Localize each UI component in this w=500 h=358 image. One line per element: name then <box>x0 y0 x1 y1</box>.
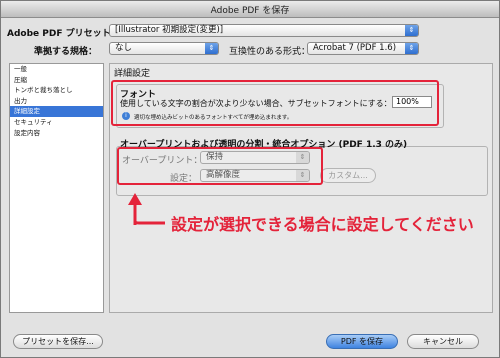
category-sidebar: 一般 圧縮 トンボと裁ち落とし 出力 詳細設定 セキュリティ 設定内容 <box>9 63 104 313</box>
sidebar-item-output[interactable]: 出力 <box>10 96 103 107</box>
sidebar-item-security[interactable]: セキュリティ <box>10 117 103 128</box>
title-bar: Adobe PDF を保存 <box>1 1 499 18</box>
save-pdf-dialog: Adobe PDF を保存 Adobe PDF プリセット： [Illustra… <box>0 0 500 358</box>
save-preset-button[interactable]: プリセットを保存... <box>13 334 103 349</box>
window-title: Adobe PDF を保存 <box>210 6 290 16</box>
preset-select-value: [Illustrator 初期設定(変更)] <box>115 25 224 35</box>
sidebar-item-summary[interactable]: 設定内容 <box>10 128 103 139</box>
preset-label: Adobe PDF プリセット： <box>7 29 120 39</box>
panel-title: 詳細設定 <box>114 69 151 79</box>
cancel-button[interactable]: キャンセル <box>407 334 479 349</box>
compat-select[interactable]: Acrobat 7 (PDF 1.6) ⇕ <box>307 42 419 55</box>
compat-select-value: Acrobat 7 (PDF 1.6) <box>313 43 397 53</box>
chevron-updown-icon: ⇕ <box>205 43 218 54</box>
compat-label: 互換性のある形式： <box>229 47 311 57</box>
custom-button[interactable]: カスタム... <box>320 168 376 183</box>
highlight-font-box <box>111 80 439 126</box>
highlight-overprint-box <box>117 147 323 185</box>
sidebar-item-advanced[interactable]: 詳細設定 <box>10 106 103 117</box>
preset-select[interactable]: [Illustrator 初期設定(変更)] ⇕ <box>109 24 419 37</box>
chevron-updown-icon: ⇕ <box>405 43 418 54</box>
standard-select-value: なし <box>115 43 133 53</box>
chevron-updown-icon: ⇕ <box>405 25 418 36</box>
standard-label: 準拠する規格： <box>34 47 98 57</box>
sidebar-item-general[interactable]: 一般 <box>10 64 103 75</box>
sidebar-item-marks-bleeds[interactable]: トンボと裁ち落とし <box>10 85 103 96</box>
bent-arrow-icon <box>128 193 165 225</box>
annotation-text: 設定が選択できる場合に設定してください <box>171 215 474 234</box>
standard-select[interactable]: なし ⇕ <box>109 42 219 55</box>
sidebar-item-compression[interactable]: 圧縮 <box>10 75 103 86</box>
save-pdf-button[interactable]: PDF を保存 <box>326 334 398 349</box>
